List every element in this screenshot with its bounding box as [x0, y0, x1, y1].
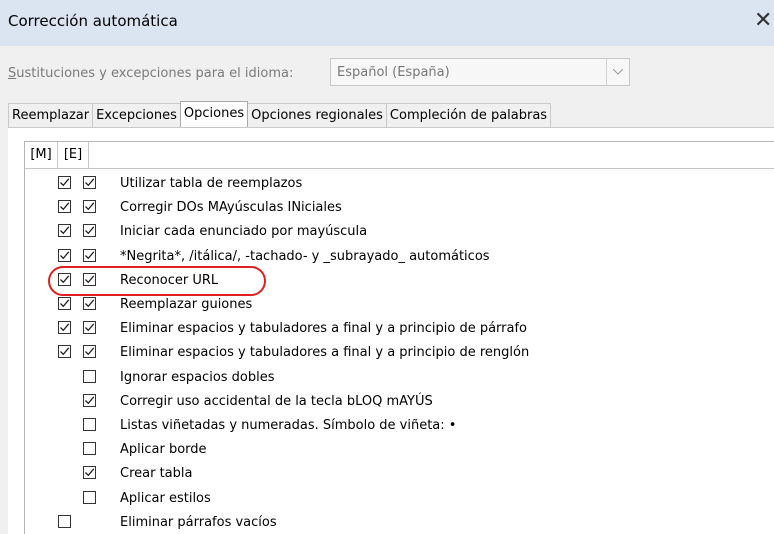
checkbox-e[interactable] [83, 321, 96, 335]
option-label: Crear tabla [120, 466, 193, 482]
option-label: Utilizar tabla de reemplazos [120, 176, 303, 191]
list-item[interactable]: Eliminar espacios y tabuladores a final … [25, 317, 774, 341]
list-item[interactable]: Eliminar espacios y tabuladores a final … [25, 341, 774, 365]
options-list[interactable]: [M] [E] Utilizar tabla de reemplazos Corr… [24, 141, 774, 534]
checkbox-e[interactable] [83, 345, 96, 359]
language-select[interactable]: Español (España) [330, 58, 630, 86]
checkbox-e[interactable] [83, 176, 96, 189]
highlight-annotation [48, 266, 266, 296]
checkbox-m[interactable] [58, 200, 71, 214]
option-label: *Negrita*, /itálica/, -tachado- y _subra… [120, 248, 490, 264]
tab-excepciones[interactable]: Excepciones [92, 103, 181, 128]
list-item[interactable]: Aplicar borde [25, 438, 774, 462]
title-bar: Corrección automática ✕ [0, 0, 774, 46]
list-item[interactable]: Aplicar estilos [25, 487, 774, 511]
list-item[interactable]: Corregir DOs MAyúsculas INiciales [25, 196, 774, 220]
tab-complecion-de-palabras[interactable]: Compleción de palabras [385, 103, 552, 128]
checkbox-e[interactable] [83, 442, 96, 456]
close-icon[interactable]: ✕ [754, 8, 772, 33]
list-item[interactable]: Crear tabla [25, 462, 774, 486]
option-label: Eliminar espacios y tabuladores a final … [120, 345, 530, 361]
tab-bar: Reemplazar Excepciones Opciones Opciones… [8, 101, 552, 130]
checkbox-e[interactable] [83, 224, 96, 238]
option-label: Eliminar párrafos vacíos [120, 514, 277, 530]
list-item[interactable]: *Negrita*, /itálica/, -tachado- y _subra… [25, 245, 774, 269]
list-item[interactable]: Utilizar tabla de reemplazos [25, 172, 774, 196]
list-item[interactable]: Ignorar espacios dobles [25, 366, 774, 390]
list-item[interactable]: Corregir uso accidental de la tecla bLOQ… [25, 390, 774, 414]
option-label: Reemplazar guiones [120, 297, 253, 312]
checkbox-e[interactable] [83, 369, 96, 383]
option-label: Aplicar borde [120, 442, 207, 458]
window-title: Corrección automática [8, 12, 178, 30]
checkbox-e[interactable] [83, 418, 96, 431]
option-label: Eliminar espacios y tabuladores a final … [120, 321, 528, 337]
checkbox-e[interactable] [83, 248, 96, 262]
tab-reemplazar[interactable]: Reemplazar [8, 103, 94, 128]
column-header-e[interactable]: [E] [58, 142, 89, 168]
checkbox-e[interactable] [83, 466, 96, 480]
list-item[interactable]: Eliminar párrafos vacíos [25, 511, 774, 534]
checkbox-m[interactable] [58, 345, 71, 359]
column-header-m[interactable]: [M] [25, 142, 58, 168]
language-label: Sustituciones y excepciones para el idio… [8, 66, 294, 81]
chevron-down-icon[interactable] [606, 59, 629, 85]
checkbox-e[interactable] [83, 200, 96, 214]
checkbox-e[interactable] [83, 297, 96, 310]
checkbox-m[interactable] [58, 224, 71, 238]
option-label: Ignorar espacios dobles [120, 369, 275, 385]
option-label: Iniciar cada enunciado por mayúscula [120, 224, 368, 240]
option-label: Aplicar estilos [120, 490, 211, 506]
checkbox-m[interactable] [58, 176, 71, 189]
list-header: [M] [E] [25, 142, 774, 169]
option-label: Corregir uso accidental de la tecla bLOQ… [120, 393, 433, 409]
checkbox-e[interactable] [83, 393, 96, 407]
language-value: Español (España) [337, 65, 450, 80]
option-label: Listas viñetadas y numeradas. Símbolo de… [120, 418, 457, 433]
list-item[interactable]: Listas viñetadas y numeradas. Símbolo de… [25, 414, 774, 438]
list-item[interactable]: Reemplazar guiones [25, 293, 774, 317]
list-item[interactable]: Iniciar cada enunciado por mayúscula [25, 220, 774, 244]
checkbox-m[interactable] [58, 321, 71, 335]
checkbox-e[interactable] [83, 490, 96, 504]
checkbox-m[interactable] [58, 297, 71, 310]
checkbox-m[interactable] [58, 248, 71, 262]
checkbox-m[interactable] [58, 514, 71, 528]
tab-opciones-regionales[interactable]: Opciones regionales [247, 103, 387, 128]
option-label: Corregir DOs MAyúsculas INiciales [120, 200, 342, 216]
tab-opciones[interactable]: Opciones [179, 101, 249, 130]
